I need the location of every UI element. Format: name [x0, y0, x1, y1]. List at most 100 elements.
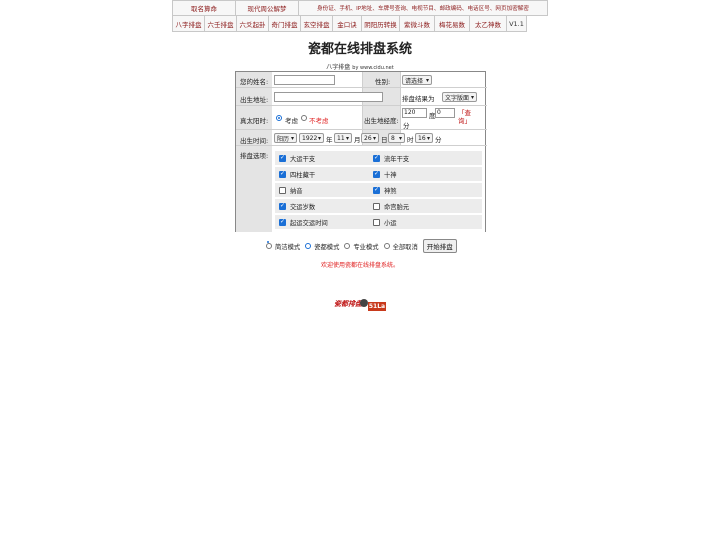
checkbox[interactable]: [279, 187, 286, 194]
calendar-select-value: 阳历: [277, 135, 290, 143]
version-label: V1.1: [506, 15, 527, 32]
option-minggong[interactable]: 命宫胎元: [373, 202, 409, 211]
nav-tab-liuyao[interactable]: 六爻起卦: [236, 15, 269, 32]
nav-link-dream[interactable]: 现代周公解梦: [235, 0, 299, 16]
nav-tab-xuankong[interactable]: 玄空排盘: [300, 15, 333, 32]
option-liunian[interactable]: 流年干支: [373, 154, 409, 163]
option-jiaoyun-age[interactable]: 交运岁数: [279, 202, 315, 211]
option-row: 四柱藏干 十神: [275, 167, 482, 181]
nav-tab-taiyi[interactable]: 太乙神数: [469, 15, 507, 32]
minute-unit: 分: [435, 136, 442, 144]
chevron-down-icon: ▾: [398, 135, 402, 142]
option-label: 十神: [384, 172, 397, 179]
option-label: 命宫胎元: [384, 204, 410, 211]
start-paipan-button[interactable]: 开始排盘: [422, 239, 457, 253]
minute-select-value: 16: [418, 134, 426, 142]
option-label: 交运岁数: [290, 204, 316, 211]
chevron-down-icon: ▾: [290, 135, 294, 142]
longitude-degree-input[interactable]: 120: [402, 108, 427, 118]
mode-simple-radio[interactable]: [266, 243, 272, 249]
options-grid: 大运干支 流年干支 四柱藏干 十神 纳音 神煞 交运岁数 命宫胎元 起运交运时间…: [275, 151, 482, 232]
minute-select[interactable]: 16 ▾: [415, 133, 433, 143]
longitude-query-link[interactable]: 「查询」: [458, 109, 472, 125]
cancel-all-label: 全部取消: [392, 243, 418, 251]
logo-seal-icon: [360, 299, 368, 307]
longitude-minute-input[interactable]: 0: [435, 108, 455, 118]
calendar-select[interactable]: 阳历 ▾: [274, 133, 297, 143]
checkbox[interactable]: [279, 170, 286, 178]
result-format-select[interactable]: 文字版面 ▾: [442, 92, 477, 102]
chevron-down-icon: ▾: [317, 135, 321, 142]
nav-tab-bazi[interactable]: 八字排盘: [172, 15, 205, 32]
chevron-down-icon: ▾: [372, 135, 376, 142]
option-row: 起运交运时间 小运: [275, 215, 482, 229]
year-select[interactable]: 1922 ▾: [299, 133, 324, 143]
option-shishen[interactable]: 十神: [373, 170, 397, 179]
top-navigation: 取名算命 现代周公解梦 身份证、手机、IP地址、车牌号查询、电视节目、邮政编码、…: [172, 0, 548, 32]
chevron-down-icon: ▾: [345, 135, 349, 142]
option-label: 纳音: [290, 188, 303, 195]
nav-link-queries[interactable]: 身份证、手机、IP地址、车牌号查询、电视节目、邮政编码、电话区号、网页加密解密: [298, 0, 548, 16]
welcome-message: 欢迎使用瓷都在线排盘系统。: [320, 262, 399, 269]
option-label: 四柱藏干: [290, 172, 316, 179]
solar-time-label: 真太阳时:: [240, 117, 269, 125]
option-label: 神煞: [384, 188, 397, 195]
chevron-down-icon: ▾: [470, 94, 474, 101]
option-dayun[interactable]: 大运干支: [279, 154, 315, 163]
checkbox[interactable]: [373, 203, 380, 210]
option-nayin[interactable]: 纳音: [279, 186, 303, 195]
hour-select[interactable]: 8 ▾: [388, 133, 405, 143]
option-qiyun-time[interactable]: 起运交运时间: [279, 218, 328, 227]
name-input[interactable]: [274, 75, 335, 85]
nav-tab-qimen[interactable]: 奇门排盘: [268, 15, 301, 32]
nav-tab-jinkoujue[interactable]: 金口诀: [332, 15, 362, 32]
chevron-down-icon: ▾: [426, 135, 430, 142]
solar-consider-label: 考虑: [285, 117, 298, 125]
nav-link-naming[interactable]: 取名算命: [172, 0, 236, 16]
mode-cidu-radio[interactable]: [305, 243, 312, 249]
checkbox[interactable]: [373, 219, 380, 226]
birth-time-label: 出生时间:: [240, 137, 269, 145]
bazi-form: 您的姓名: 性别: 请选择 ▾ 出生地址: 排盘结果为 文字版面 ▾ 真太阳时: 考…: [235, 71, 487, 232]
mode-cidu-label: 瓷都模式: [314, 243, 340, 251]
year-select-value: 1922: [302, 134, 318, 142]
option-xiaoyun[interactable]: 小运: [373, 218, 397, 227]
checkbox[interactable]: [279, 202, 286, 210]
cancel-all-radio[interactable]: [383, 243, 390, 249]
nav-tab-meihua[interactable]: 梅花易数: [434, 15, 470, 32]
chevron-down-icon: ▾: [425, 77, 429, 84]
option-label: 小运: [384, 220, 397, 227]
address-input[interactable]: [274, 92, 383, 102]
checkbox[interactable]: [373, 154, 380, 162]
mode-pro-radio[interactable]: [344, 243, 351, 249]
gender-select[interactable]: 请选择 ▾: [402, 75, 432, 85]
nav-row-primary: 取名算命 现代周公解梦 身份证、手机、IP地址、车牌号查询、电视节目、邮政编码、…: [172, 0, 548, 16]
nav-tab-liuren[interactable]: 六壬排盘: [204, 15, 237, 32]
option-label: 大运干支: [290, 156, 316, 163]
site-logo[interactable]: 瓷都排盘 51La: [334, 299, 386, 311]
month-select[interactable]: 11 ▾: [334, 133, 352, 143]
checkbox[interactable]: [279, 154, 286, 162]
solar-ignore-label: 不考虑: [309, 117, 329, 125]
result-format-value: 文字版面: [445, 94, 470, 102]
hour-select-value: 8: [391, 134, 395, 142]
option-sizhu-canggan[interactable]: 四柱藏干: [279, 170, 315, 179]
option-row: 交运岁数 命宫胎元: [275, 199, 482, 213]
nav-row-secondary: 八字排盘 六壬排盘 六爻起卦 奇门排盘 玄空排盘 金口诀 阴阳历转换 紫微斗数 …: [172, 15, 548, 32]
mode-selector: 简洁模式 瓷都模式 专业模式 全部取消 开始排盘: [266, 239, 457, 253]
option-label: 起运交运时间: [290, 220, 328, 227]
name-label: 您的姓名:: [240, 78, 269, 86]
day-select-value: 26: [364, 134, 372, 142]
checkbox[interactable]: [373, 170, 380, 178]
checkbox[interactable]: [373, 186, 380, 194]
day-select[interactable]: 26 ▾: [361, 133, 379, 143]
checkbox[interactable]: [279, 218, 286, 226]
solar-consider-radio[interactable]: [276, 115, 282, 121]
nav-tab-ziwei[interactable]: 紫微斗数: [399, 15, 435, 32]
nav-tab-calendar-convert[interactable]: 阴阳历转换: [361, 15, 400, 32]
year-unit: 年: [326, 136, 333, 144]
mode-pro-label: 专业模式: [353, 243, 379, 251]
mode-simple-label: 简洁模式: [275, 243, 301, 251]
option-shensha[interactable]: 神煞: [373, 186, 397, 195]
solar-ignore-radio[interactable]: [301, 115, 307, 121]
